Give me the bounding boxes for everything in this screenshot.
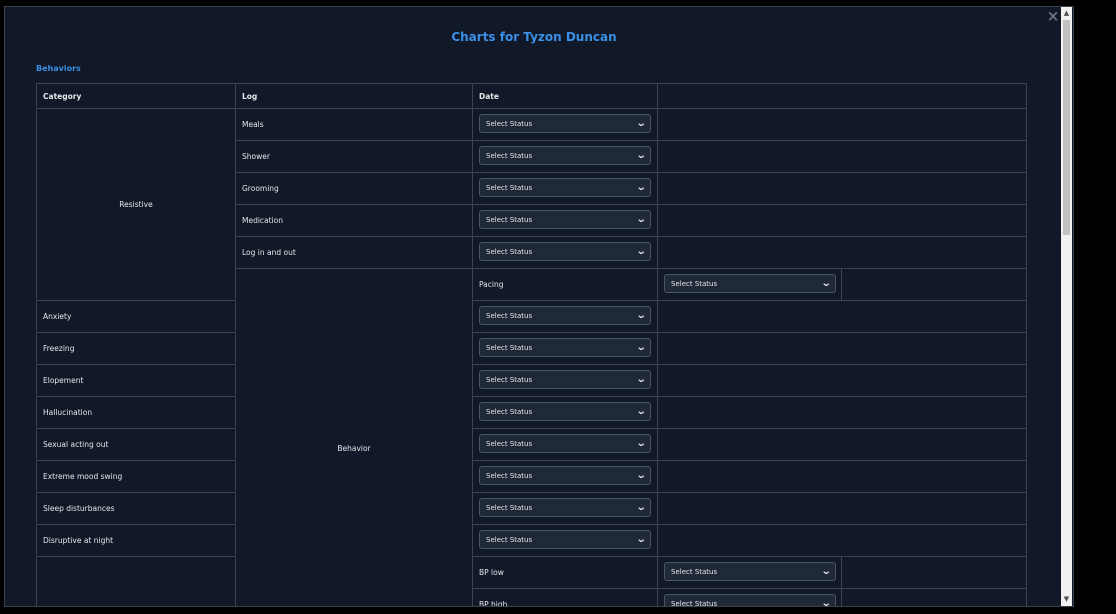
chevron-down-icon: ⌄ (635, 182, 647, 193)
select-value: Select Status (486, 151, 533, 160)
empty-cell (657, 172, 1027, 205)
select-value: Select Status (486, 247, 533, 256)
category-sleep-disturbances: Sleep disturbances (36, 492, 236, 525)
category-empty (36, 556, 236, 606)
empty-cell (657, 364, 1027, 397)
chevron-down-icon: ⌄ (820, 278, 832, 289)
empty-cell (657, 460, 1027, 493)
select-value: Select Status (486, 215, 533, 224)
select-value: Select Status (671, 599, 718, 607)
chevron-down-icon: ⌄ (635, 374, 647, 385)
select-value: Select Status (671, 279, 718, 288)
header-empty (657, 83, 1027, 109)
empty-cell (657, 140, 1027, 173)
status-select-shower[interactable]: Select Status ⌄ (479, 146, 651, 165)
select-value: Select Status (486, 471, 533, 480)
chevron-down-icon: ⌄ (635, 342, 647, 353)
chevron-down-icon: ⌄ (635, 246, 647, 257)
status-select-anxiety[interactable]: Select Status ⌄ (479, 306, 651, 325)
empty-cell (657, 524, 1027, 557)
close-icon[interactable]: × (1046, 8, 1060, 24)
select-value: Select Status (486, 119, 533, 128)
category-elopement: Elopement (36, 364, 236, 397)
empty-cell (657, 108, 1027, 141)
select-value: Select Status (486, 407, 533, 416)
status-select-sleep-disturbances[interactable]: Select Status ⌄ (479, 498, 651, 517)
status-select-meals[interactable]: Select Status ⌄ (479, 114, 651, 133)
empty-cell (657, 236, 1027, 269)
category-behavior: Behavior (235, 268, 473, 606)
category-freezing: Freezing (36, 332, 236, 365)
chevron-down-icon: ⌄ (820, 566, 832, 577)
empty-cell (657, 332, 1027, 365)
select-value: Select Status (486, 439, 533, 448)
select-value: Select Status (486, 343, 533, 352)
status-select-sexual-acting-out[interactable]: Select Status ⌄ (479, 434, 651, 453)
status-select-hallucination[interactable]: Select Status ⌄ (479, 402, 651, 421)
select-value: Select Status (671, 567, 718, 576)
log-meals: Meals (235, 108, 473, 141)
log-bp-low: BP low (472, 556, 658, 589)
log-bp-high: BP high (472, 588, 658, 606)
dialog-title: Charts for Tyzon Duncan (451, 30, 617, 44)
status-select-elopement[interactable]: Select Status ⌄ (479, 370, 651, 389)
chevron-down-icon: ⌄ (635, 118, 647, 129)
status-select-grooming[interactable]: Select Status ⌄ (479, 178, 651, 197)
chevron-down-icon: ⌄ (635, 470, 647, 481)
status-select-login-out[interactable]: Select Status ⌄ (479, 242, 651, 261)
category-hallucination: Hallucination (36, 396, 236, 429)
chevron-down-icon: ⌄ (820, 598, 832, 607)
header-log: Log (235, 83, 473, 109)
log-medication: Medication (235, 204, 473, 237)
log-shower: Shower (235, 140, 473, 173)
chevron-down-icon: ⌄ (635, 438, 647, 449)
status-select-disruptive-at-night[interactable]: Select Status ⌄ (479, 530, 651, 549)
category-extreme-mood-swing: Extreme mood swing (36, 460, 236, 493)
empty-cell (841, 556, 1027, 589)
status-select-extreme-mood-swing[interactable]: Select Status ⌄ (479, 466, 651, 485)
category-resistive: Resistive (36, 108, 236, 301)
chevron-down-icon: ⌄ (635, 502, 647, 513)
status-select-pacing[interactable]: Select Status ⌄ (664, 274, 836, 293)
empty-cell (841, 268, 1027, 301)
empty-cell (657, 396, 1027, 429)
chevron-down-icon: ⌄ (635, 214, 647, 225)
status-select-bp-low[interactable]: Select Status ⌄ (664, 562, 836, 581)
vertical-scrollbar[interactable]: ▲ ▼ (1061, 7, 1072, 606)
header-category: Category (36, 83, 236, 109)
charts-dialog: × Charts for Tyzon Duncan Behaviors Cate… (4, 6, 1074, 607)
scrollbar-thumb[interactable] (1063, 20, 1070, 235)
empty-cell (657, 204, 1027, 237)
category-sexual-acting-out: Sexual acting out (36, 428, 236, 461)
status-select-freezing[interactable]: Select Status ⌄ (479, 338, 651, 357)
chevron-down-icon: ⌄ (635, 310, 647, 321)
log-pacing: Pacing (472, 268, 658, 301)
empty-cell (657, 492, 1027, 525)
empty-cell (841, 588, 1027, 606)
empty-cell (657, 300, 1027, 333)
chevron-down-icon: ⌄ (635, 150, 647, 161)
chevron-down-icon: ⌄ (635, 534, 647, 545)
chevron-down-icon: ⌄ (635, 406, 647, 417)
status-select-medication[interactable]: Select Status ⌄ (479, 210, 651, 229)
scroll-up-arrow-icon[interactable]: ▲ (1061, 7, 1072, 19)
section-heading: Behaviors (36, 64, 81, 73)
select-value: Select Status (486, 183, 533, 192)
log-grooming: Grooming (235, 172, 473, 205)
category-anxiety: Anxiety (36, 300, 236, 333)
header-date: Date (472, 83, 658, 109)
log-login-out: Log in and out (235, 236, 473, 269)
select-value: Select Status (486, 375, 533, 384)
category-disruptive-at-night: Disruptive at night (36, 524, 236, 557)
select-value: Select Status (486, 535, 533, 544)
select-value: Select Status (486, 311, 533, 320)
status-select-bp-high[interactable]: Select Status ⌄ (664, 594, 836, 607)
empty-cell (657, 428, 1027, 461)
select-value: Select Status (486, 503, 533, 512)
scroll-down-arrow-icon[interactable]: ▼ (1061, 593, 1072, 605)
